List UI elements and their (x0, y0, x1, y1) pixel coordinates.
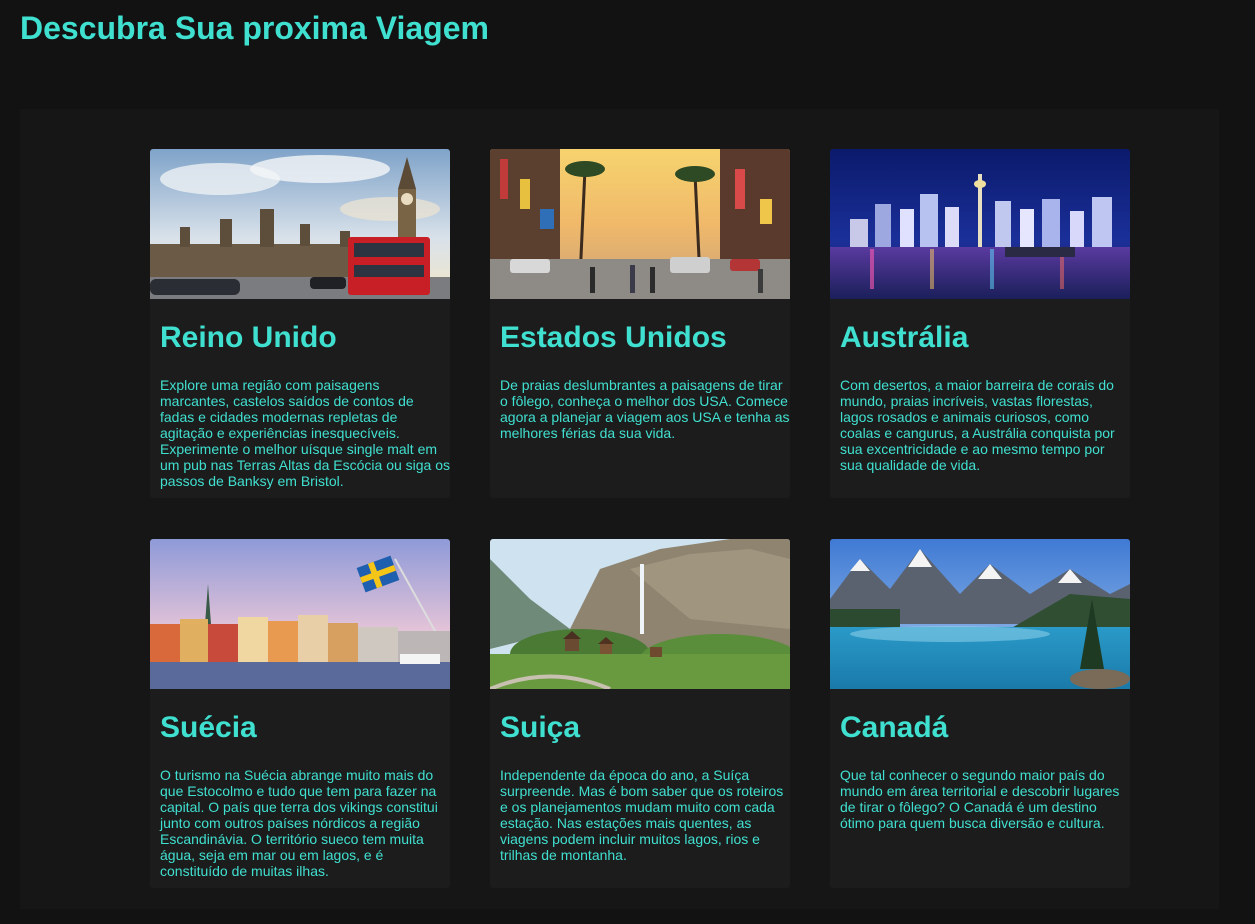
destination-name: Austrália (840, 321, 969, 354)
destination-name: Suiça (500, 711, 581, 744)
destination-description: Com desertos, a maior barreira de corais… (840, 377, 1115, 473)
destination-description: Independente da época do ano, a Suíça su… (500, 767, 784, 863)
destination-description: O turismo na Suécia abrange muito mais d… (160, 767, 438, 879)
destination-description: De praias deslumbrantes a paisagens de t… (500, 377, 790, 441)
destination-name: Reino Unido (160, 321, 337, 354)
destination-name: Estados Unidos (500, 321, 727, 354)
sydney-night-skyline-photo (830, 149, 1130, 299)
destination-card-estados-unidos[interactable]: Estados Unidos De praias deslumbrantes a… (490, 149, 790, 498)
stockholm-waterfront-photo (150, 539, 450, 689)
lauterbrunnen-valley-photo (490, 539, 790, 689)
destination-description: Explore uma região com paisagens marcant… (160, 377, 450, 489)
destination-card-suecia[interactable]: Suécia O turismo na Suécia abrange muito… (150, 539, 450, 888)
destination-description: Que tal conhecer o segundo maior país do… (840, 767, 1120, 831)
moraine-lake-photo (830, 539, 1130, 689)
london-westminster-photo (150, 149, 450, 299)
destination-name: Suécia (160, 711, 257, 744)
destination-name: Canadá (840, 711, 949, 744)
page-title: Descubra Sua proxima Viagem (20, 10, 489, 46)
destination-card-reino-unido[interactable]: Reino Unido Explore uma região com paisa… (150, 149, 450, 498)
hollywood-boulevard-photo (490, 149, 790, 299)
destination-card-australia[interactable]: Austrália Com desertos, a maior barreira… (830, 149, 1130, 498)
destination-card-suica[interactable]: Suiça Independente da época do ano, a Su… (490, 539, 790, 888)
destination-card-canada[interactable]: Canadá Que tal conhecer o segundo maior … (830, 539, 1130, 888)
destinations-grid: Reino Unido Explore uma região com paisa… (20, 109, 1219, 909)
